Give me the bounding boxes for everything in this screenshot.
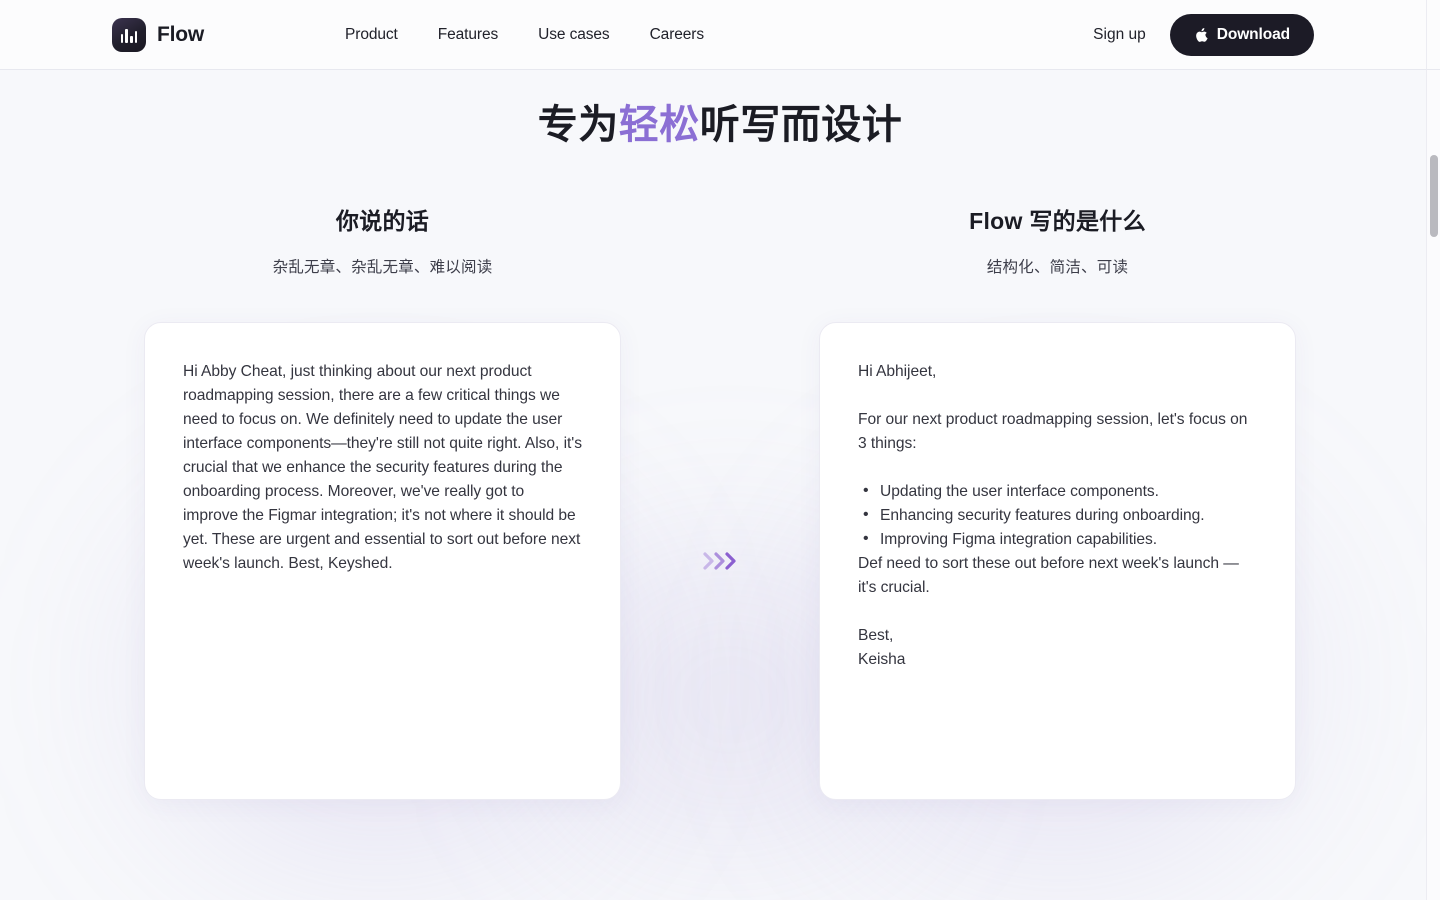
headline-accent: 轻松 bbox=[618, 103, 700, 147]
download-button-label: Download bbox=[1216, 25, 1290, 43]
nav-item-features[interactable]: Features bbox=[438, 26, 498, 44]
flow-closing: Def need to sort these out before next w… bbox=[858, 555, 1239, 596]
headline-part-before: 专为 bbox=[537, 103, 619, 147]
flow-greeting: Hi Abhijeet, bbox=[858, 363, 937, 380]
flow-output-card: Hi Abhijeet, For our next product roadma… bbox=[819, 322, 1296, 800]
brand-logo-link[interactable]: Flow bbox=[112, 17, 205, 52]
right-column-header: Flow 写的是什么 结构化、简洁、可读 bbox=[819, 202, 1296, 277]
column-headers: 你说的话 杂乱无章、杂乱无章、难以阅读 Flow 写的是什么 结构化、简洁、可读 bbox=[0, 202, 1440, 277]
right-column-subtitle: 结构化、简洁、可读 bbox=[986, 259, 1129, 276]
sign-up-link[interactable]: Sign up bbox=[1093, 26, 1146, 44]
left-column-header: 你说的话 杂乱无章、杂乱无章、难以阅读 bbox=[144, 202, 621, 277]
flow-intro: For our next product roadmapping session… bbox=[858, 411, 1248, 452]
nav-item-product[interactable]: Product bbox=[345, 26, 398, 44]
messy-transcript-text: Hi Abby Cheat, just thinking about our n… bbox=[183, 363, 582, 572]
transform-divider bbox=[621, 322, 819, 800]
apple-icon bbox=[1195, 27, 1208, 42]
main-nav: Product Features Use cases Careers bbox=[345, 26, 704, 44]
main-content: 专为轻松听写而设计 你说的话 杂乱无章、杂乱无章、难以阅读 Flow 写的是什么… bbox=[0, 70, 1440, 800]
nav-item-use-cases[interactable]: Use cases bbox=[538, 26, 610, 44]
flow-signoff: Best, Keisha bbox=[858, 627, 906, 668]
comparison-cards: Hi Abby Cheat, just thinking about our n… bbox=[0, 322, 1440, 800]
vertical-scrollbar[interactable] bbox=[1426, 70, 1440, 900]
headline-part-after: 听写而设计 bbox=[699, 103, 903, 147]
page-title: 专为轻松听写而设计 bbox=[0, 98, 1440, 152]
site-header: Flow Product Features Use cases Careers … bbox=[0, 0, 1426, 70]
list-item: Improving Figma integration capabilities… bbox=[858, 527, 1257, 552]
triple-chevron-right-icon bbox=[701, 550, 739, 572]
header-actions: Sign up Download bbox=[1093, 13, 1314, 56]
left-column-subtitle: 杂乱无章、杂乱无章、难以阅读 bbox=[272, 259, 493, 276]
download-button[interactable]: Download bbox=[1169, 13, 1314, 56]
header-right-edge bbox=[1426, 0, 1440, 70]
list-item: Updating the user interface components. bbox=[858, 479, 1257, 504]
right-column-title: Flow 写的是什么 bbox=[969, 208, 1146, 234]
left-column-title: 你说的话 bbox=[335, 208, 430, 234]
bar-chart-logo-icon bbox=[112, 17, 146, 52]
flow-bullet-list: Updating the user interface components. … bbox=[858, 479, 1257, 552]
nav-item-careers[interactable]: Careers bbox=[650, 26, 705, 44]
list-item: Enhancing security features during onboa… bbox=[858, 503, 1257, 528]
messy-transcript-card: Hi Abby Cheat, just thinking about our n… bbox=[144, 322, 621, 800]
scrollbar-thumb[interactable] bbox=[1430, 155, 1438, 237]
brand-name: Flow bbox=[157, 22, 205, 46]
